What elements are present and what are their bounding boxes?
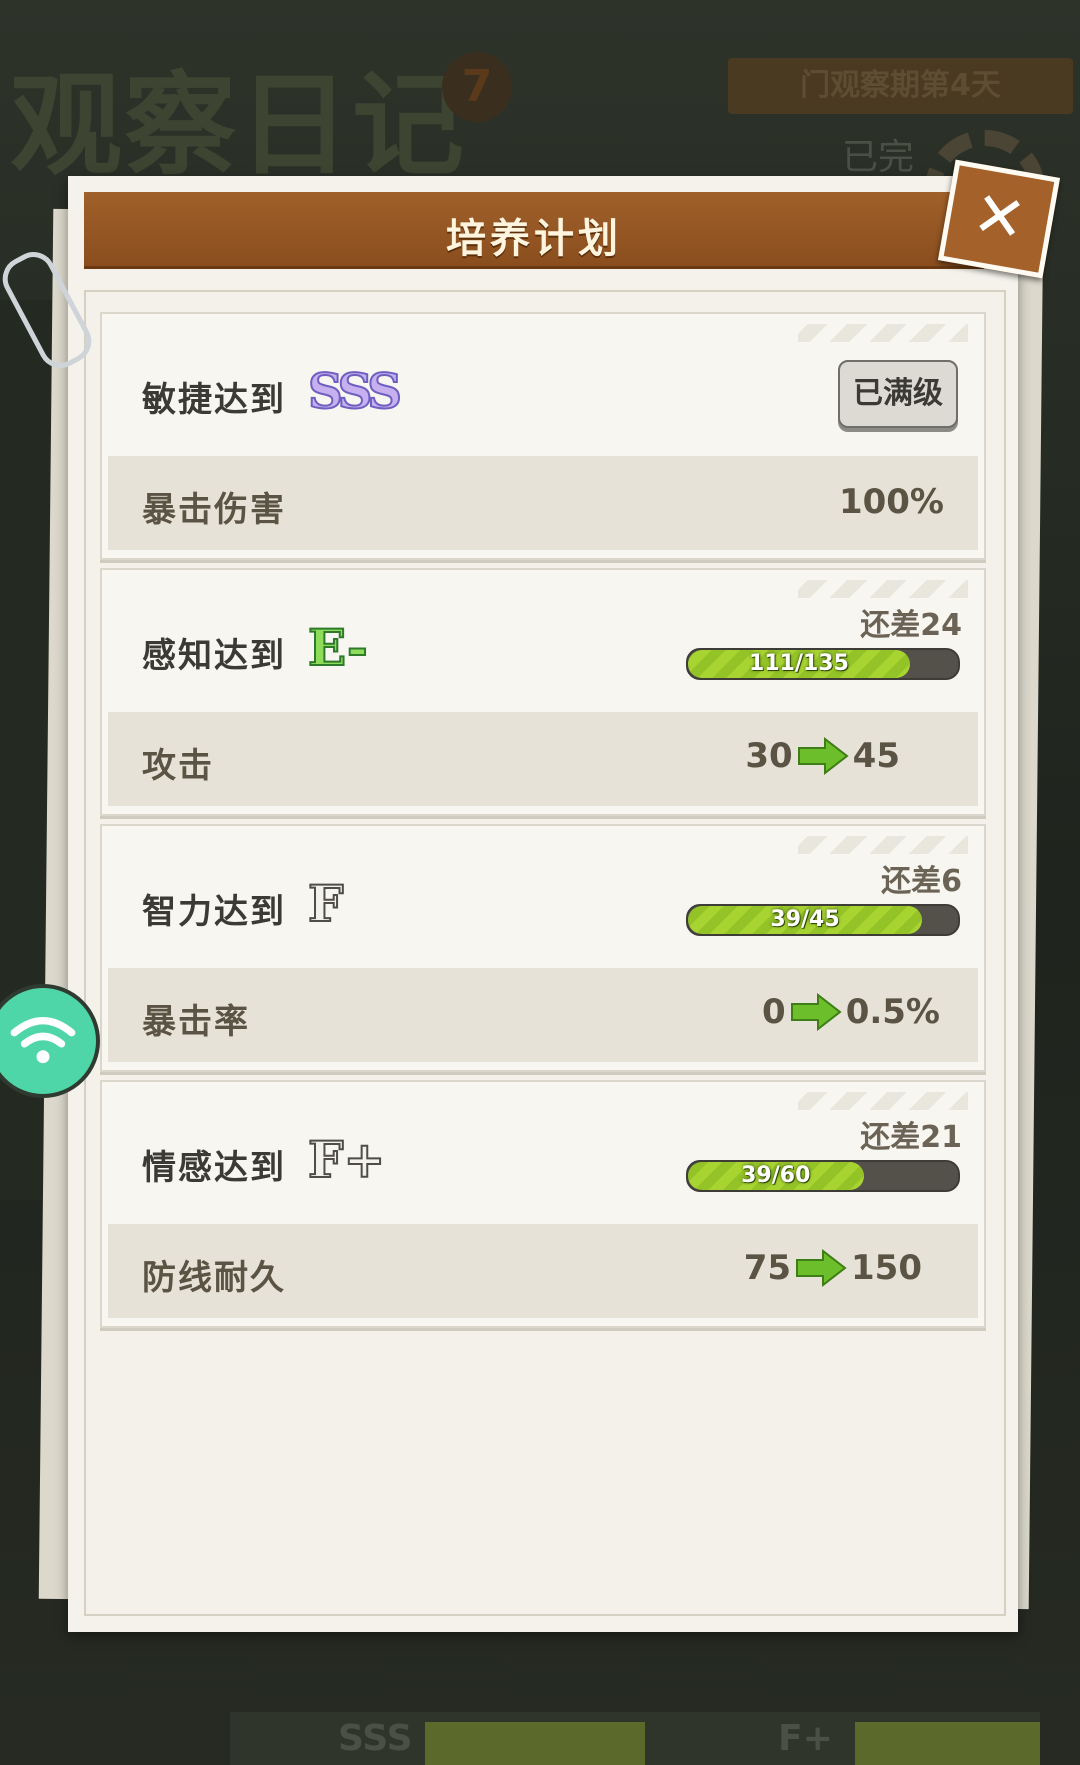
stat-value: 100%: [838, 482, 944, 522]
card-decoration: [798, 580, 968, 598]
dialog-title: 培养计划: [446, 216, 622, 262]
wifi-floating-button[interactable]: [0, 984, 100, 1098]
progress-text: 39/45: [770, 907, 840, 932]
grade-badge: E-: [307, 617, 369, 678]
card-decoration: [798, 324, 968, 342]
stat-name: 防线耐久: [142, 1258, 286, 1298]
progress-text: 39/60: [741, 1163, 811, 1188]
plan-requirement: 智力达到: [142, 892, 286, 932]
grade-badge: F: [307, 873, 344, 934]
background-title: 观察日记: [10, 61, 466, 191]
arrow-right-icon: [796, 1249, 847, 1287]
stat-name: 攻击: [142, 746, 214, 786]
background-badge: 7: [442, 52, 512, 122]
background-bottom-label: F+: [778, 1718, 833, 1759]
close-button[interactable]: ✕: [937, 159, 1061, 279]
plan-requirement: 敏捷达到: [142, 380, 286, 420]
wifi-icon: [10, 1017, 76, 1064]
remaining-label: 还差24: [860, 608, 962, 643]
progress-bar: 39/60: [686, 1160, 960, 1192]
stat-to: 45: [852, 736, 900, 776]
stat-row: 暴击率 0 0.5%: [108, 968, 978, 1062]
plan-requirement: 情感达到: [142, 1148, 286, 1188]
background-bottom-bar: SSS F+: [230, 1712, 1040, 1765]
progress-bar: 111/135: [686, 648, 960, 680]
close-icon: ✕: [967, 176, 1032, 257]
plan-card-perception: 感知达到 E- 还差24 111/135 攻击 30 45: [100, 568, 986, 816]
progress-text: 111/135: [749, 651, 849, 676]
plan-card-agility: 敏捷达到 SSS 已满级 暴击伤害 100%: [100, 312, 986, 560]
stat-name: 暴击伤害: [142, 490, 286, 530]
grade-badge: F+: [307, 1129, 386, 1190]
background-day-label: 门观察期第4天: [728, 58, 1073, 114]
remaining-label: 还差21: [860, 1120, 962, 1155]
stat-from: 75: [743, 1248, 792, 1288]
grade-badge: SSS: [307, 363, 403, 421]
stat-to: 150: [851, 1248, 922, 1288]
stat-row: 攻击 30 45: [108, 712, 978, 806]
stat-row: 防线耐久 75 150: [108, 1224, 978, 1318]
max-level-button[interactable]: 已满级: [838, 360, 958, 428]
arrow-right-icon: [790, 993, 842, 1031]
card-decoration: [798, 836, 968, 854]
stat-change: 75 150: [744, 1248, 922, 1288]
plan-requirement: 感知达到: [142, 636, 286, 676]
stat-to: 0.5%: [845, 992, 940, 1032]
background-bottom-label: SSS: [338, 1718, 413, 1759]
stat-change: 0 0.5%: [762, 992, 940, 1032]
stat-change: 30 45: [745, 736, 900, 776]
stat-from: 0: [762, 992, 786, 1032]
background-sub-label: 已完: [842, 137, 915, 178]
remaining-label: 还差6: [881, 864, 962, 899]
stat-row: 暴击伤害 100%: [108, 456, 978, 550]
plan-card-emotion: 情感达到 F+ 还差21 39/60 防线耐久 75 150: [100, 1080, 986, 1328]
progress-bar: 39/45: [686, 904, 960, 936]
stat-name: 暴击率: [142, 1002, 250, 1042]
card-decoration: [798, 1092, 968, 1110]
dialog-header: 培养计划: [84, 192, 984, 269]
stat-from: 30: [745, 736, 793, 776]
plan-card-intelligence: 智力达到 F 还差6 39/45 暴击率 0 0.5%: [100, 824, 986, 1072]
background-bottom-bar-fill: [855, 1722, 1040, 1765]
background-bottom-bar-fill: [425, 1722, 645, 1765]
arrow-right-icon: [797, 737, 849, 775]
